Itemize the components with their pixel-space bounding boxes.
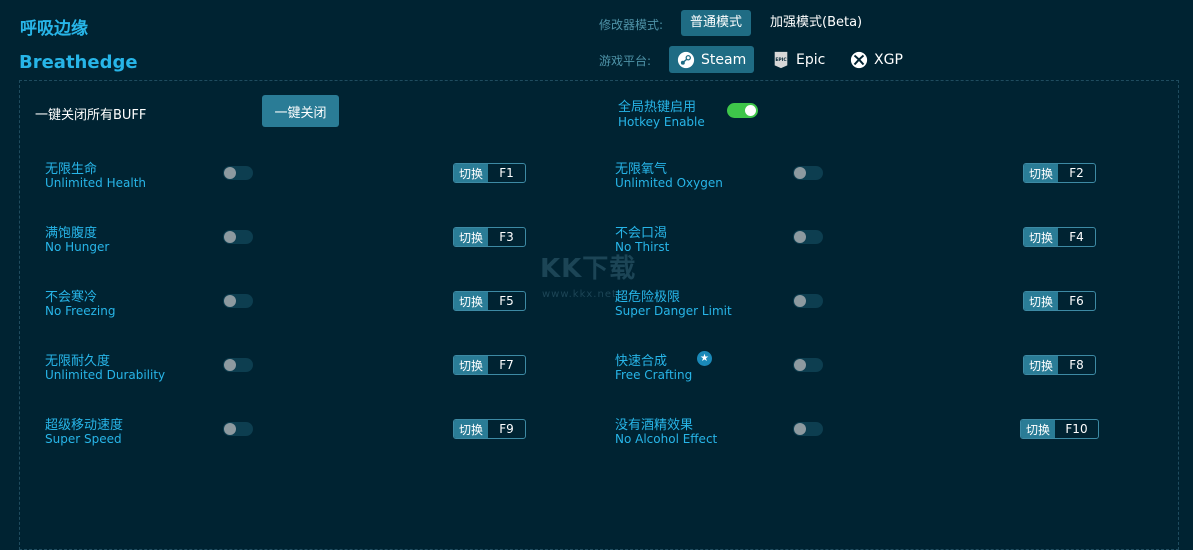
option-label-en: No Freezing xyxy=(45,304,116,318)
switch-label: 切换 xyxy=(454,356,488,374)
option-label-en: No Thirst xyxy=(615,240,670,254)
toggle-knob xyxy=(745,105,756,116)
toggle-knob xyxy=(794,359,806,371)
platform-epic-button[interactable]: EPIC Epic xyxy=(764,46,833,73)
switch-label: 切换 xyxy=(1024,292,1058,310)
hotkey-switch-button[interactable]: 切换 F3 xyxy=(453,227,526,247)
platform-steam-button[interactable]: Steam xyxy=(669,46,755,73)
options-panel xyxy=(19,80,1179,550)
hotkey-switch-button[interactable]: 切换 F8 xyxy=(1023,355,1096,375)
option-toggle[interactable] xyxy=(223,166,253,180)
option-toggle[interactable] xyxy=(793,166,823,180)
switch-label: 切换 xyxy=(1024,228,1058,246)
toggle-knob xyxy=(794,231,806,243)
switch-label: 切换 xyxy=(454,164,488,182)
switch-label: 切换 xyxy=(454,292,488,310)
option-label-en: Super Speed xyxy=(45,432,122,446)
app-title-cn: 呼吸边缘 xyxy=(20,19,88,39)
option-label-cn: 没有酒精效果 xyxy=(615,418,694,433)
switch-label: 切换 xyxy=(454,420,488,438)
hotkey-key: F4 xyxy=(1069,230,1084,244)
onekey-label: 一键关闭所有BUFF xyxy=(35,108,147,123)
steam-icon xyxy=(677,51,695,68)
option-label-en: Unlimited Durability xyxy=(45,368,166,382)
option-label-cn: 不会口渴 xyxy=(615,226,668,241)
mode-enhanced-button[interactable]: 加强模式(Beta) xyxy=(761,10,871,36)
option-toggle[interactable] xyxy=(223,230,253,244)
platform-label: 游戏平台: xyxy=(599,54,652,68)
option-toggle[interactable] xyxy=(223,422,253,436)
hotkey-switch-button[interactable]: 切换 F6 xyxy=(1023,291,1096,311)
option-label-en: No Hunger xyxy=(45,240,110,254)
hotkey-key: F8 xyxy=(1069,358,1084,372)
option-label-en: No Alcohol Effect xyxy=(615,432,718,446)
toggle-knob xyxy=(794,295,806,307)
platform-xgp-button[interactable]: XGP xyxy=(842,46,911,73)
option-toggle[interactable] xyxy=(793,294,823,308)
hotkey-switch-button[interactable]: 切换 F4 xyxy=(1023,227,1096,247)
hotkey-label-cn: 全局热键启用 xyxy=(618,100,697,115)
hotkey-key: F7 xyxy=(499,358,514,372)
app-title-en: Breathedge xyxy=(19,52,138,73)
platform-steam-label: Steam xyxy=(701,51,747,68)
option-label-cn: 无限生命 xyxy=(45,162,98,177)
option-toggle[interactable] xyxy=(223,358,253,372)
hotkey-switch-button[interactable]: 切换 F5 xyxy=(453,291,526,311)
switch-label: 切换 xyxy=(1024,164,1058,182)
toggle-knob xyxy=(224,295,236,307)
option-label-cn: 超危险极限 xyxy=(615,290,681,305)
star-icon: ★ xyxy=(697,351,712,366)
mode-label: 修改器模式: xyxy=(599,18,664,32)
option-label-cn: 不会寒冷 xyxy=(45,290,98,305)
hotkey-switch-button[interactable]: 切换 F2 xyxy=(1023,163,1096,183)
option-label-cn: 超级移动速度 xyxy=(45,418,124,433)
switch-label: 切换 xyxy=(454,228,488,246)
watermark-url: www.kkx.net xyxy=(542,289,617,300)
hotkey-switch-button[interactable]: 切换 F1 xyxy=(453,163,526,183)
switch-label: 切换 xyxy=(1024,356,1058,374)
hotkey-key: F2 xyxy=(1069,166,1084,180)
switch-label: 切换 xyxy=(1021,420,1055,438)
option-label-en: Super Danger Limit xyxy=(615,304,732,318)
option-toggle[interactable] xyxy=(793,358,823,372)
option-label-en: Free Crafting xyxy=(615,368,693,382)
svg-text:EPIC: EPIC xyxy=(775,56,787,62)
option-toggle[interactable] xyxy=(223,294,253,308)
epic-icon: EPIC xyxy=(774,51,787,68)
hotkey-switch-button[interactable]: 切换 F7 xyxy=(453,355,526,375)
toggle-knob xyxy=(224,423,236,435)
hotkey-key: F10 xyxy=(1065,422,1088,436)
option-toggle[interactable] xyxy=(793,422,823,436)
platform-xgp-label: XGP xyxy=(874,51,903,68)
hotkey-label-en: Hotkey Enable xyxy=(618,115,705,129)
hotkey-key: F6 xyxy=(1069,294,1084,308)
option-label-cn: 无限耐久度 xyxy=(45,354,111,369)
hotkey-key: F3 xyxy=(499,230,514,244)
option-label-en: Unlimited Health xyxy=(45,176,147,190)
option-toggle[interactable] xyxy=(793,230,823,244)
toggle-knob xyxy=(794,167,806,179)
hotkey-key: F5 xyxy=(499,294,514,308)
option-label-cn: 无限氧气 xyxy=(615,162,668,177)
hotkey-switch-button[interactable]: 切换 F10 xyxy=(1020,419,1099,439)
option-label-cn: 满饱腹度 xyxy=(45,226,98,241)
hotkey-key: F1 xyxy=(499,166,514,180)
toggle-knob xyxy=(224,359,236,371)
option-label-cn: 快速合成 xyxy=(615,354,668,369)
hotkey-key: F9 xyxy=(499,422,514,436)
hotkey-switch-button[interactable]: 切换 F9 xyxy=(453,419,526,439)
xbox-icon xyxy=(850,51,868,68)
platform-epic-label: Epic xyxy=(796,51,826,68)
toggle-knob xyxy=(794,423,806,435)
mode-normal-button[interactable]: 普通模式 xyxy=(681,10,752,36)
option-label-en: Unlimited Oxygen xyxy=(615,176,723,190)
hotkey-toggle[interactable] xyxy=(727,103,758,118)
toggle-knob xyxy=(224,231,236,243)
toggle-knob xyxy=(224,167,236,179)
onekey-close-button[interactable]: 一键关闭 xyxy=(262,95,339,127)
